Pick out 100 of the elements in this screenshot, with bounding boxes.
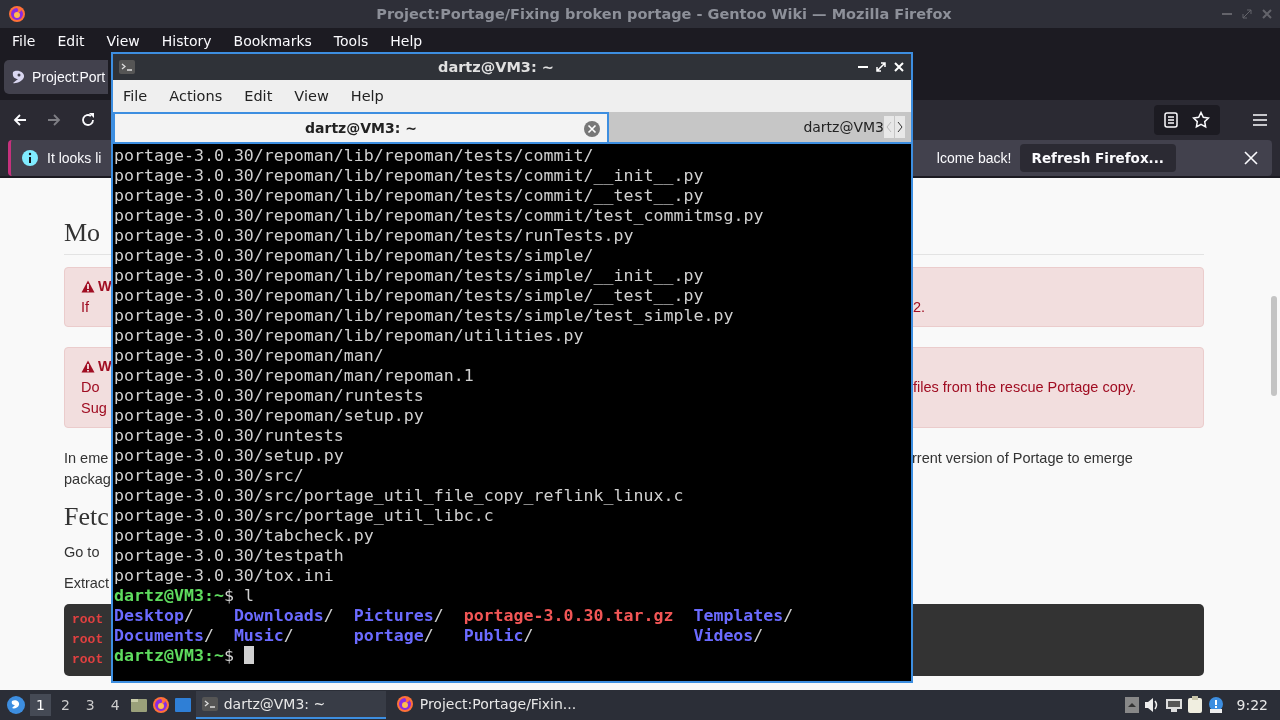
warning-icon — [81, 360, 95, 373]
scroll-right-icon[interactable] — [895, 116, 905, 138]
output-line: portage-3.0.30/src/portage_util_file_copy_reflink_linux.c — [114, 486, 685, 506]
menu-icon[interactable] — [1252, 113, 1268, 127]
paragraph-text: In eme — [64, 450, 109, 466]
menu-item[interactable]: File — [6, 33, 42, 49]
output-line: portage-3.0.30/repoman/lib/repoman/tests/simple/__test__.py — [114, 286, 705, 306]
warning-title: W — [98, 357, 112, 376]
output-line: portage-3.0.30/src/portage_util_libc.c — [114, 506, 495, 526]
prompt-symbol: $ — [223, 586, 234, 605]
command: l — [243, 586, 254, 605]
warning-title: W — [98, 277, 112, 296]
workspace-button[interactable]: 4 — [104, 694, 126, 716]
warning-icon — [81, 280, 95, 293]
close-tab-icon[interactable] — [583, 120, 601, 138]
reader-view-icon[interactable] — [1164, 112, 1178, 128]
slash: / — [753, 626, 764, 645]
menu-item[interactable]: Edit — [238, 88, 279, 104]
window-title: Project:Portage/Fixing broken portage - Gentoo Wiki — Mozilla Firefox — [375, 6, 953, 22]
browser-tab[interactable]: Project:Port — [4, 60, 108, 94]
output-line: portage-3.0.30/repoman/setup.py — [114, 406, 425, 426]
warning-text: If — [81, 299, 90, 315]
menu-item[interactable]: Edit — [51, 33, 91, 49]
slash: / — [783, 606, 794, 625]
close-icon[interactable] — [893, 61, 905, 73]
back-icon[interactable] — [12, 112, 28, 128]
menu-item[interactable]: History — [155, 33, 218, 49]
menu-item[interactable]: View — [100, 33, 146, 49]
workspace-button[interactable]: 3 — [79, 694, 101, 716]
section-heading: Mo — [64, 218, 102, 248]
slash: / — [183, 606, 194, 625]
output-line: portage-3.0.30/repoman/runtests — [114, 386, 425, 406]
start-menu-icon[interactable] — [6, 695, 26, 715]
prompt: dartz@VM3:~ — [114, 646, 224, 665]
menu-item[interactable]: View — [288, 88, 335, 104]
close-icon[interactable] — [1244, 151, 1258, 165]
reload-icon[interactable] — [80, 112, 96, 128]
output-line: portage-3.0.30/runtests — [114, 426, 345, 446]
menu-item[interactable]: Tools — [327, 33, 375, 49]
slash: / — [423, 626, 434, 645]
output-line: portage-3.0.30/repoman/man/repoman.1 — [114, 366, 475, 386]
paragraph-text: packag — [64, 471, 111, 487]
output-line: portage-3.0.30/testpath — [114, 546, 345, 566]
code-line: root — [72, 632, 104, 647]
menu-item[interactable]: Help — [344, 88, 390, 104]
paragraph-text: rrent version of Portage to emerge — [912, 450, 1133, 466]
scrollbar-thumb[interactable] — [1271, 296, 1277, 396]
task-label: dartz@VM3: ~ — [223, 696, 326, 712]
desktop-icon[interactable] — [173, 696, 192, 714]
slash: / — [283, 626, 294, 645]
maximize-icon[interactable] — [875, 61, 887, 73]
terminal-icon — [201, 697, 218, 711]
output-line: portage-3.0.30/repoman/lib/repoman/tests/commit/__test__.py — [114, 186, 705, 206]
slash: / — [523, 626, 534, 645]
output-line: portage-3.0.30/src/ — [114, 466, 305, 486]
directory-name: Templates — [693, 606, 784, 625]
output-line: portage-3.0.30/setup.py — [114, 446, 345, 466]
terminal-tab[interactable]: dartz@VM3: ~ — [113, 112, 609, 142]
notification-icon[interactable] — [1206, 696, 1225, 714]
network-icon[interactable] — [1164, 697, 1183, 713]
output-line: portage-3.0.30/repoman/lib/repoman/utilities.py — [114, 326, 585, 346]
section-heading: Fetc — [64, 502, 110, 532]
tab-label: dartz@VM3: ~ — [305, 120, 417, 136]
terminal-icon — [119, 60, 135, 74]
directory-name: Pictures — [353, 606, 434, 625]
output-line: portage-3.0.30/tox.ini — [114, 566, 335, 586]
output-line: portage-3.0.30/repoman/lib/repoman/tests/simple/test_simple.py — [114, 306, 735, 326]
menu-item[interactable]: Bookmarks — [227, 33, 318, 49]
directory-name: Public — [463, 626, 524, 645]
slash: / — [433, 606, 444, 625]
output-line: portage-3.0.30/repoman/man/ — [114, 346, 385, 366]
firefox-icon[interactable] — [151, 696, 170, 714]
prompt: dartz@VM3:~ — [114, 586, 224, 605]
file-manager-icon[interactable] — [129, 696, 148, 714]
paragraph-text: Go to — [64, 544, 100, 560]
directory-name: portage — [353, 626, 424, 645]
menu-item[interactable]: Actions — [163, 88, 229, 104]
clipboard-icon[interactable] — [1186, 696, 1203, 714]
menu-item[interactable]: File — [117, 88, 154, 104]
prompt-symbol: $ — [223, 646, 234, 665]
tray-expand-icon[interactable] — [1124, 697, 1139, 713]
firefox-icon — [395, 695, 414, 713]
window-title: dartz@VM3: ~ — [437, 59, 555, 75]
workspace-button[interactable]: 2 — [54, 694, 76, 716]
taskbar-task[interactable]: dartz@VM3: ~ — [195, 691, 386, 719]
output-line: portage-3.0.30/tabcheck.py — [114, 526, 375, 546]
firefox-icon — [8, 5, 26, 23]
refresh-firefox-button[interactable]: Refresh Firefox... — [1019, 144, 1176, 172]
directory-name: Music — [233, 626, 284, 645]
output-line: portage-3.0.30/repoman/lib/repoman/tests/commit/__init__.py — [114, 166, 705, 186]
taskbar-task[interactable]: Project:Portage/Fixin... — [389, 691, 590, 719]
workspace-button[interactable]: 1 — [30, 694, 51, 716]
output-line: portage-3.0.30/repoman/lib/repoman/tests/runTests.py — [114, 226, 635, 246]
star-icon[interactable] — [1192, 111, 1210, 129]
menu-item[interactable]: Help — [384, 33, 429, 49]
notification-text: lcome back! — [936, 150, 1012, 166]
gentoo-logo-icon — [10, 69, 26, 85]
info-icon — [21, 149, 39, 167]
notification-text: It looks li — [47, 150, 102, 166]
archive-name: portage-3.0.30.tar.gz — [463, 606, 674, 625]
